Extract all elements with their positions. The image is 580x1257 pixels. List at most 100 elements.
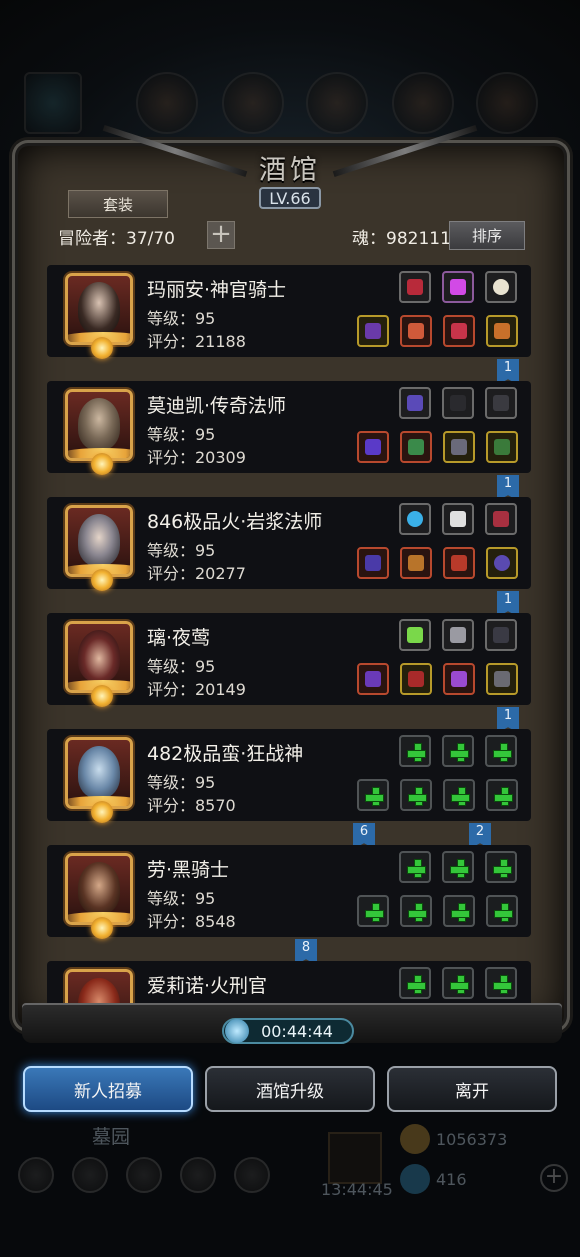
equipment-slot[interactable] [485, 503, 517, 535]
equipment-slot[interactable] [400, 547, 432, 579]
hero-card[interactable]: 482极品蛮·狂战神 等级：95 评分：8570 [47, 729, 531, 823]
empty-equipment-slot[interactable] [485, 735, 517, 767]
hero-portrait[interactable] [65, 273, 133, 345]
hero-score: 评分：21188 [147, 332, 246, 351]
equipment-slot[interactable] [485, 387, 517, 419]
hero-score: 评分：20309 [147, 448, 246, 467]
hero-card[interactable]: 莫迪凯·传奇法师 等级：95 评分：20309 [47, 381, 531, 475]
equipment-slot[interactable] [400, 431, 432, 463]
equipment-slot[interactable] [486, 431, 518, 463]
background-portrait-slot [24, 72, 82, 134]
equipment-slot[interactable] [442, 503, 474, 535]
background-label: 墓园 [92, 1126, 131, 1148]
hero-name: 482极品蛮·狂战神 [147, 743, 304, 765]
hero-level: 等级：95 [147, 889, 216, 908]
hero-card[interactable]: 爱莉诺·火刑官 [47, 961, 531, 1005]
hero-portrait[interactable] [65, 505, 133, 577]
equipment-slot[interactable] [357, 547, 389, 579]
recruit-button[interactable]: 新人招募 [23, 1066, 193, 1112]
empty-equipment-slot[interactable] [400, 779, 432, 811]
empty-equipment-slot[interactable] [442, 851, 474, 883]
background-resource-icon [306, 72, 368, 134]
equipment-slot[interactable] [486, 663, 518, 695]
background-gift-icon [328, 1132, 382, 1184]
rank-medal-icon [91, 453, 113, 475]
equipment-slot[interactable] [486, 315, 518, 347]
equipment-slot[interactable] [399, 271, 431, 303]
rank-medal-icon [91, 337, 113, 359]
hero-portrait[interactable] [65, 737, 133, 809]
soul-count: 魂：982111 [352, 229, 451, 249]
hero-name: 玛丽安·神官骑士 [147, 279, 287, 301]
clock-icon [225, 1019, 249, 1043]
empty-equipment-slot[interactable] [486, 895, 518, 927]
equipment-slot[interactable] [485, 271, 517, 303]
hero-list[interactable]: 玛丽安·神官骑士 等级：95 评分：21188 1 莫迪凯·传奇法师 等级：95… [47, 265, 535, 1005]
hero-card[interactable]: 璃·夜莺 等级：95 评分：20149 [47, 613, 531, 707]
equipment-slot[interactable] [486, 547, 518, 579]
empty-equipment-slot[interactable] [399, 851, 431, 883]
equipment-slot[interactable] [399, 619, 431, 651]
gold-coin-icon [400, 1124, 430, 1154]
rank-medal-icon [91, 685, 113, 707]
rank-medal-icon [91, 569, 113, 591]
sort-button[interactable]: 排序 [449, 221, 525, 250]
equipment-slot[interactable] [443, 431, 475, 463]
empty-equipment-slot[interactable] [443, 779, 475, 811]
hero-portrait[interactable] [65, 621, 133, 693]
hero-level: 等级：95 [147, 425, 216, 444]
background-add-icon: + [540, 1164, 568, 1192]
hero-name: 劳·黑骑士 [147, 859, 230, 881]
empty-equipment-slot[interactable] [485, 967, 517, 999]
empty-equipment-slot[interactable] [400, 895, 432, 927]
equipment-slot[interactable] [485, 619, 517, 651]
empty-equipment-slot[interactable] [357, 779, 389, 811]
equipment-slot[interactable] [357, 663, 389, 695]
hero-card[interactable]: 劳·黑骑士 等级：95 评分：8548 [47, 845, 531, 939]
set-button[interactable]: 套装 [68, 190, 168, 218]
equipment-slot[interactable] [442, 387, 474, 419]
panel-title: 酒馆 [259, 154, 321, 186]
equipment-slot[interactable] [399, 503, 431, 535]
equipment-slot[interactable] [400, 315, 432, 347]
equipment-slot[interactable] [443, 663, 475, 695]
equipment-slot[interactable] [357, 431, 389, 463]
gem-icon [400, 1164, 430, 1194]
hero-level: 等级：95 [147, 309, 216, 328]
equipment-slot[interactable] [442, 271, 474, 303]
empty-equipment-slot[interactable] [357, 895, 389, 927]
equipment-slot[interactable] [400, 663, 432, 695]
empty-equipment-slot[interactable] [485, 851, 517, 883]
hero-card[interactable]: 玛丽安·神官骑士 等级：95 评分：21188 [47, 265, 531, 359]
hero-portrait[interactable] [65, 389, 133, 461]
equipment-slot[interactable] [399, 387, 431, 419]
equipment-slot[interactable] [443, 315, 475, 347]
equipment-slot[interactable] [442, 619, 474, 651]
empty-equipment-slot[interactable] [443, 895, 475, 927]
tavern-upgrade-button[interactable]: 酒馆升级 [205, 1066, 375, 1112]
leave-button[interactable]: 离开 [387, 1066, 557, 1112]
background-gems: 416 [436, 1170, 467, 1189]
hero-portrait[interactable] [65, 853, 133, 925]
equipment-slot[interactable] [443, 547, 475, 579]
background-time: 13:44:45 [321, 1180, 393, 1199]
background-resource-icon [476, 72, 538, 134]
hero-level: 等级：95 [147, 541, 216, 560]
hero-card[interactable]: 846极品火·岩浆法师 等级：95 评分：20277 [47, 497, 531, 591]
empty-equipment-slot[interactable] [486, 779, 518, 811]
empty-equipment-slot[interactable] [399, 967, 431, 999]
empty-equipment-slot[interactable] [399, 735, 431, 767]
hero-level: 等级：95 [147, 657, 216, 676]
background-resource-icon [392, 72, 454, 134]
background-menu-icon [18, 1157, 54, 1193]
tavern-level-badge: LV.66 [259, 187, 321, 209]
hero-portrait[interactable] [65, 969, 133, 1005]
empty-equipment-slot[interactable] [442, 735, 474, 767]
hero-name: 846极品火·岩浆法师 [147, 511, 323, 533]
equipment-slot[interactable] [357, 315, 389, 347]
background-resource-icon [136, 72, 198, 134]
empty-equipment-slot[interactable] [442, 967, 474, 999]
hero-level: 等级：95 [147, 773, 216, 792]
background-menu-icon [234, 1157, 270, 1193]
add-capacity-button[interactable]: + [207, 221, 235, 249]
